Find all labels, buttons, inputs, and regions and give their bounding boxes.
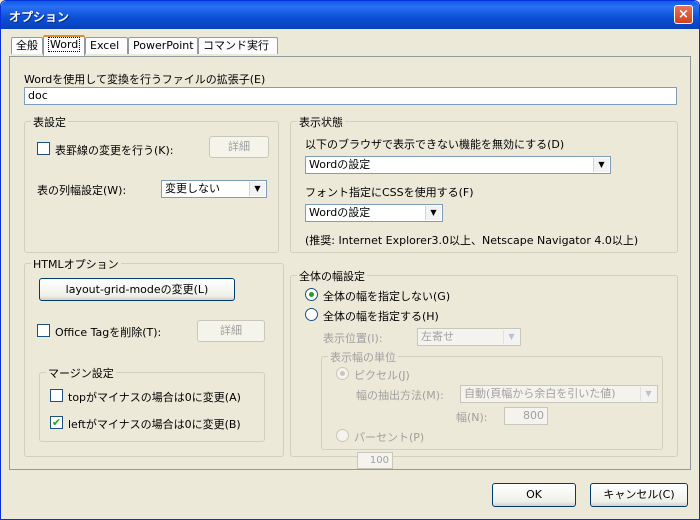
extract-method-select[interactable]: 自動(頁幅から余白を引いた値) ▼	[460, 385, 658, 403]
no-width-radio[interactable]	[305, 288, 318, 301]
no-width-label: 全体の幅を指定しない(G)	[323, 290, 451, 303]
chevron-down-icon: ▼	[593, 158, 609, 172]
pixel-radio[interactable]	[336, 367, 349, 380]
tab-general[interactable]: 全般	[11, 37, 43, 54]
margin-settings-group-label: マージン設定	[46, 365, 116, 381]
unit-group-label: 表示幅の単位	[328, 349, 398, 365]
table-settings-group-label: 表設定	[31, 114, 68, 130]
chevron-down-icon: ▼	[640, 387, 656, 401]
extension-input[interactable]: doc	[24, 87, 677, 105]
col-width-select[interactable]: 変更しない ▼	[161, 180, 267, 198]
chevron-down-icon: ▼	[503, 330, 519, 344]
position-value: 左寄せ	[421, 330, 454, 343]
title-bar: オプション ×	[1, 1, 699, 29]
options-dialog: オプション × 全般 Word Excel PowerPoint コマンド実行 …	[0, 0, 700, 520]
display-state-group-label: 表示状態	[297, 114, 345, 130]
display-state-group: 表示状態 以下のブラウザで表示できない機能を無効にする(D) Wordの設定 ▼…	[290, 114, 678, 253]
office-tag-label: Office Tagを削除(T):	[55, 326, 162, 339]
office-tag-checkbox[interactable]	[37, 324, 50, 337]
html-options-group: HTMLオプション layout-grid-modeの変更(L) Office …	[24, 256, 284, 457]
left-negative-label: leftがマイナスの場合は0に変更(B)	[68, 418, 241, 431]
tab-excel[interactable]: Excel	[85, 37, 128, 54]
width-settings-group-label: 全体の幅設定	[297, 268, 367, 284]
office-tag-detail-button[interactable]: 詳細	[197, 320, 265, 342]
disable-features-select[interactable]: Wordの設定 ▼	[305, 156, 611, 174]
width-value-input[interactable]: 800	[504, 407, 548, 425]
margin-settings-group: マージン設定 topがマイナスの場合は0に変更(A) ✔ leftがマイナスの場…	[39, 365, 265, 442]
ok-button[interactable]: OK	[492, 483, 576, 507]
tab-word-label: Word	[48, 37, 81, 52]
unit-group: 表示幅の単位 ピクセル(J) 幅の抽出方法(M): 自動(頁幅から余白を引いた値…	[321, 349, 663, 450]
tab-panel-word: Wordを使用して変換を行うファイルの拡張子(E) doc 表設定 表罫線の変更…	[9, 56, 691, 470]
css-font-select[interactable]: Wordの設定 ▼	[305, 204, 443, 222]
spec-width-radio[interactable]	[305, 308, 318, 321]
top-negative-label: topがマイナスの場合は0に変更(A)	[68, 391, 241, 404]
pixel-label: ピクセル(J)	[354, 369, 410, 382]
percent-value-input[interactable]: 100	[357, 452, 393, 469]
disable-features-value: Wordの設定	[309, 158, 371, 171]
col-width-label: 表の列幅設定(W):	[37, 184, 127, 197]
top-negative-checkbox[interactable]	[50, 389, 63, 402]
table-settings-group: 表設定 表罫線の変更を行う(K): 詳細 表の列幅設定(W): 変更しない ▼	[24, 114, 279, 253]
chevron-down-icon: ▼	[249, 182, 265, 196]
position-select[interactable]: 左寄せ ▼	[417, 328, 521, 346]
position-label: 表示位置(I):	[323, 332, 383, 345]
percent-radio[interactable]	[336, 429, 349, 442]
chevron-down-icon: ▼	[425, 206, 441, 220]
html-options-group-label: HTMLオプション	[31, 256, 121, 272]
left-negative-checkbox[interactable]: ✔	[50, 416, 63, 429]
col-width-value: 変更しない	[165, 182, 220, 195]
browser-recommendation-note: (推奨: Internet Explorer3.0以上、Netscape Nav…	[305, 234, 639, 247]
disable-features-label: 以下のブラウザで表示できない機能を無効にする(D)	[305, 138, 565, 151]
css-font-label: フォント指定にCSSを使用する(F)	[305, 186, 474, 199]
width-value-label: 幅(N):	[456, 411, 488, 424]
cancel-button[interactable]: キャンセル(C)	[590, 483, 688, 507]
spec-width-label: 全体の幅を指定する(H)	[323, 310, 439, 323]
extract-method-label: 幅の抽出方法(M):	[356, 389, 444, 402]
width-settings-group: 全体の幅設定 全体の幅を指定しない(G) 全体の幅を指定する(H) 表示位置(I…	[290, 268, 678, 469]
percent-label: パーセント(P)	[354, 431, 425, 444]
css-font-value: Wordの設定	[309, 206, 371, 219]
tab-powerpoint[interactable]: PowerPoint	[128, 37, 198, 54]
extract-method-value: 自動(頁幅から余白を引いた値)	[464, 387, 616, 400]
window-title: オプション	[9, 10, 70, 24]
close-icon[interactable]: ×	[674, 5, 693, 24]
layout-grid-mode-button[interactable]: layout-grid-modeの変更(L)	[39, 278, 235, 301]
border-change-label: 表罫線の変更を行う(K):	[55, 144, 174, 157]
table-detail-button[interactable]: 詳細	[209, 136, 269, 158]
tab-word[interactable]: Word	[43, 35, 85, 56]
extension-label: Wordを使用して変換を行うファイルの拡張子(E)	[24, 73, 266, 86]
tab-command[interactable]: コマンド実行	[198, 37, 278, 54]
border-change-checkbox[interactable]	[37, 142, 50, 155]
